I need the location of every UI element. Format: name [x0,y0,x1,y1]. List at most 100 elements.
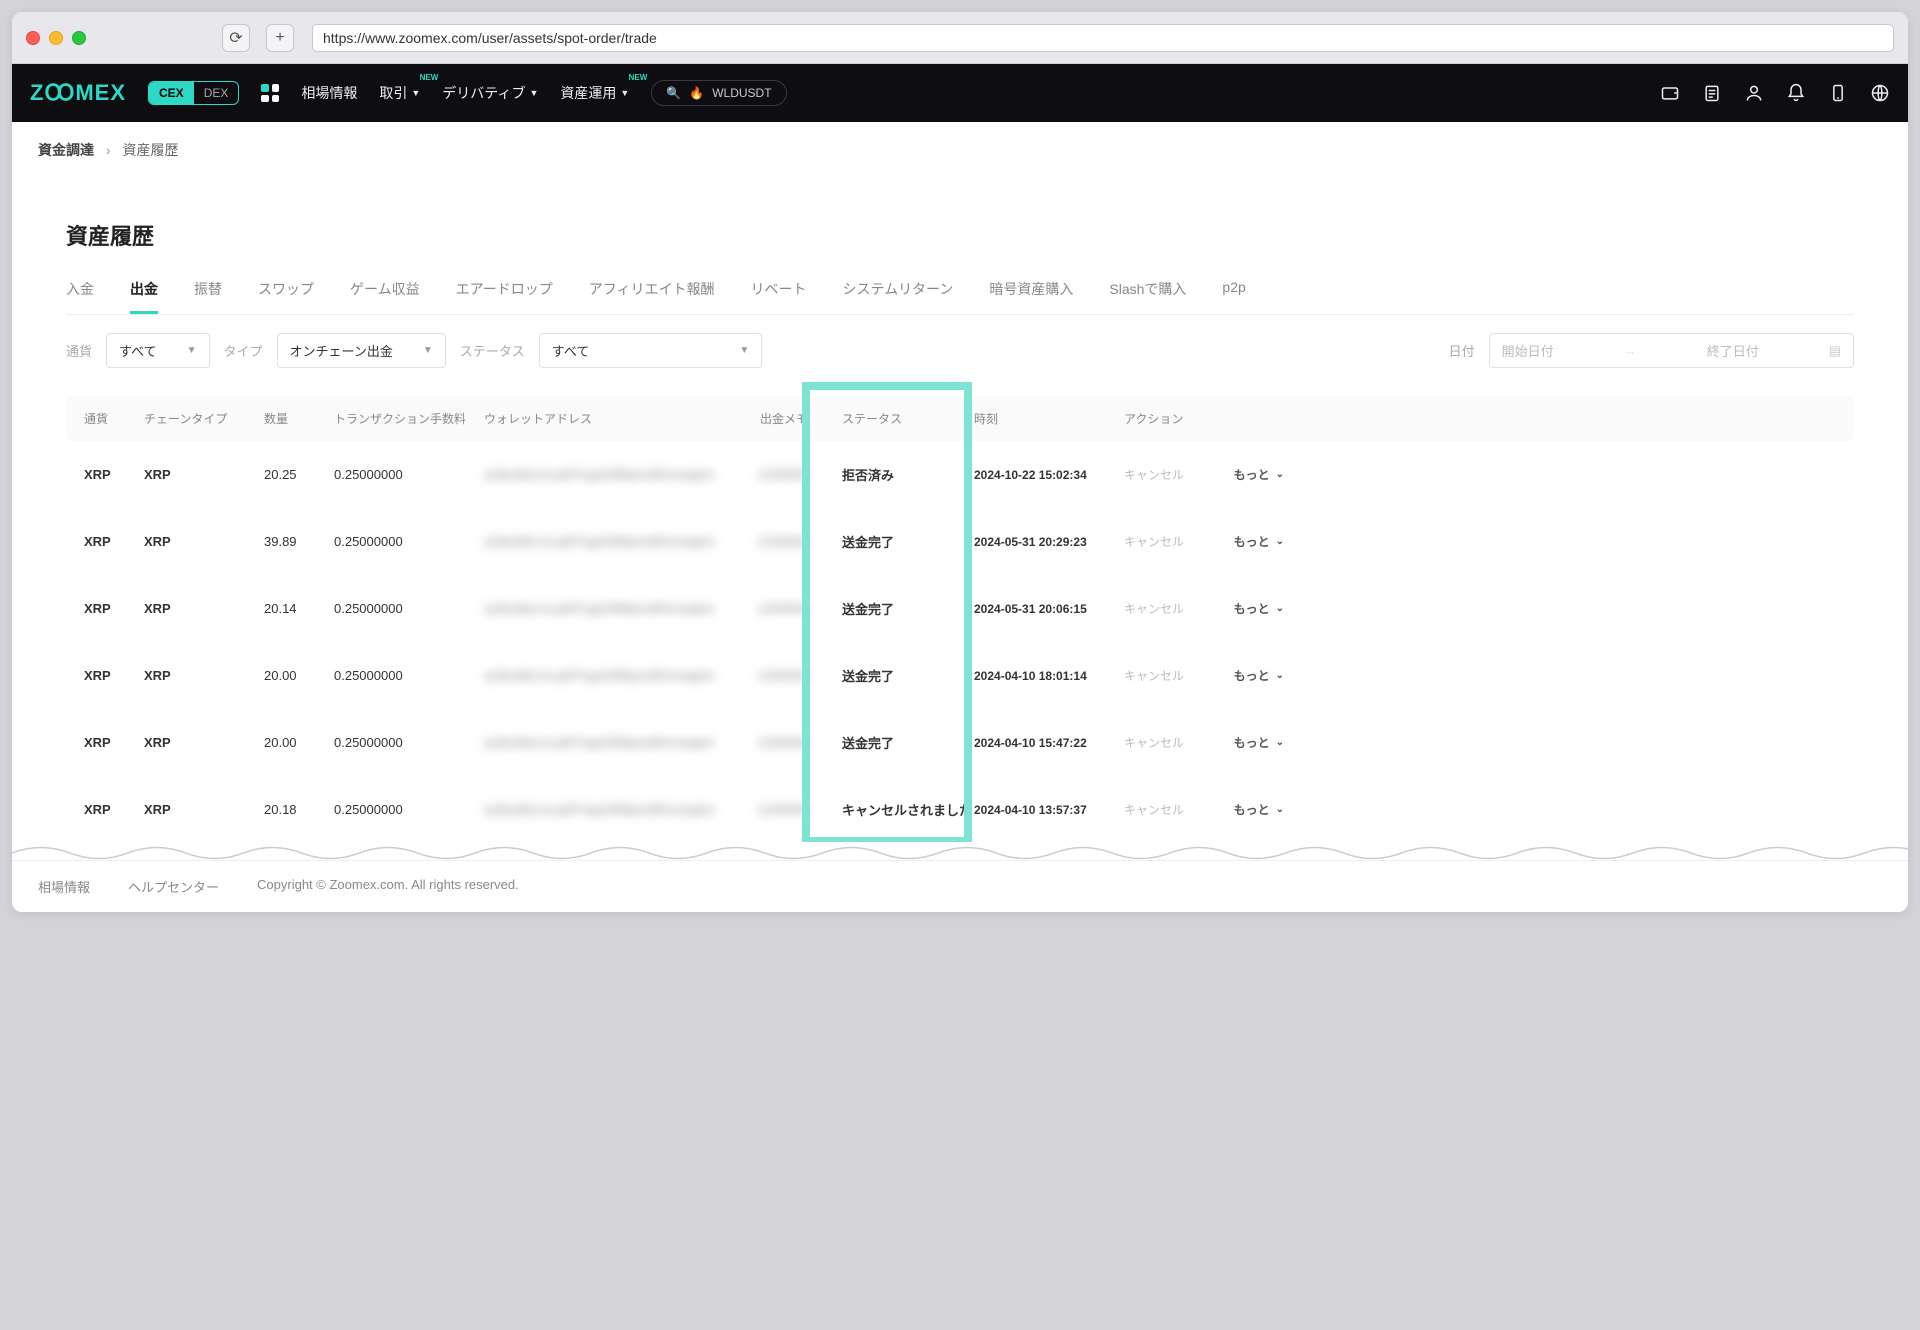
breadcrumb-current: 資産履歴 [122,142,178,158]
cancel-link[interactable]: キャンセル [1124,667,1204,684]
chevron-right-icon: › [106,142,111,158]
filter-type-select[interactable]: オンチェーン出金▼ [277,333,446,368]
history-tabs: 入金 出金 振替 スワップ ゲーム収益 エアードロップ アフィリエイト報酬 リベート システムリ… [66,279,1854,315]
close-window-icon[interactable] [26,31,40,45]
wallet-icon[interactable] [1660,83,1680,103]
cell-currency: XRP [84,601,144,616]
bell-icon[interactable] [1786,83,1806,103]
cancel-link[interactable]: キャンセル [1124,600,1204,617]
cell-addr: rp3kx8dLmLqMTngeDifMpmdRmnaqkm [484,735,744,750]
cell-status: 送金完了 [824,666,974,685]
cell-time: 2024-04-10 15:47:22 [974,736,1124,750]
nav-trade[interactable]: 取引▼NEW [379,83,420,103]
tab-9[interactable]: 暗号資産購入 [989,279,1073,314]
search-pill[interactable]: 🔍 🔥 WLDUSDT [651,80,786,106]
table-row: XRPXRP20.000.25000000rp3kx8dLmLqMTngeDif… [66,709,1854,776]
cell-fee: 0.25000000 [334,601,484,616]
tab-4[interactable]: ゲーム収益 [350,279,420,314]
tab-1[interactable]: 出金 [130,279,158,314]
cex-dex-toggle[interactable]: CEX DEX [148,81,239,105]
chevron-down-icon: ⌄ [1276,804,1284,815]
cell-status: キャンセルされました [824,800,974,819]
page-title: 資産履歴 [66,219,1854,251]
more-link[interactable]: もっと ⌄ [1204,533,1284,550]
tab-3[interactable]: スワップ [258,279,314,314]
minimize-window-icon[interactable] [49,31,63,45]
chevron-down-icon: ⌄ [1276,737,1284,748]
table-row: XRPXRP20.250.25000000rp3kx8dLmLqMTngeDif… [66,441,1854,508]
mobile-icon[interactable] [1828,83,1848,103]
reload-button[interactable]: ⟳ [222,24,250,52]
filter-status-select[interactable]: すべて▼ [539,333,762,368]
table-row: XRPXRP20.000.25000000rp3kx8dLmLqMTngeDif… [66,642,1854,709]
more-link[interactable]: もっと ⌄ [1204,600,1284,617]
cell-currency: XRP [84,668,144,683]
cex-option[interactable]: CEX [149,82,194,104]
tab-11[interactable]: p2p [1222,279,1245,314]
nav-market[interactable]: 相場情報 [301,83,357,103]
filter-status-label: ステータス [460,341,525,360]
new-tab-button[interactable]: + [266,24,294,52]
cell-memo: 1200000 [744,668,824,683]
logo[interactable]: ZꝎMEX [30,80,126,106]
more-link[interactable]: もっと ⌄ [1204,466,1284,483]
footer-link-help[interactable]: ヘルプセンター [128,877,219,896]
top-navigation: ZꝎMEX CEX DEX 相場情報 取引▼NEW デリバティブ▼ 資産運用▼N… [12,64,1908,122]
cell-fee: 0.25000000 [334,534,484,549]
tab-8[interactable]: システムリターン [843,279,954,314]
cell-status: 送金完了 [824,532,974,551]
col-qty: 数量 [264,410,334,427]
history-table: 通貨 チェーンタイプ 数量 トランザクション手数料 ウォレットアドレス 出金メモ… [66,396,1854,843]
cancel-link[interactable]: キャンセル [1124,801,1204,818]
cell-fee: 0.25000000 [334,467,484,482]
cell-status: 拒否済み [824,465,974,484]
maximize-window-icon[interactable] [72,31,86,45]
cell-currency: XRP [84,735,144,750]
cancel-link[interactable]: キャンセル [1124,533,1204,550]
cell-addr: rp3kx8dLmLqMTngeDifMpmdRmnaqkm [484,601,744,616]
cell-memo: 1200000 [744,735,824,750]
flame-icon: 🔥 [689,86,704,100]
cell-addr: rp3kx8dLmLqMTngeDifMpmdRmnaqkm [484,534,744,549]
date-range-picker[interactable]: 開始日付 → 終了日付 ▤ [1489,333,1854,368]
cell-time: 2024-10-22 15:02:34 [974,468,1124,482]
cell-qty: 20.00 [264,668,334,683]
cancel-link[interactable]: キャンセル [1124,466,1204,483]
cell-fee: 0.25000000 [334,735,484,750]
orders-icon[interactable] [1702,83,1722,103]
tab-5[interactable]: エアードロップ [456,279,553,314]
table-row: XRPXRP20.180.25000000rp3kx8dLmLqMTngeDif… [66,776,1854,843]
tab-2[interactable]: 振替 [194,279,222,314]
tab-7[interactable]: リベート [751,279,807,314]
more-link[interactable]: もっと ⌄ [1204,667,1284,684]
cell-qty: 20.18 [264,802,334,817]
tab-10[interactable]: Slashで購入 [1109,279,1186,314]
more-link[interactable]: もっと ⌄ [1204,801,1284,818]
filter-type-label: タイプ [224,341,263,360]
filter-currency-select[interactable]: すべて▼ [106,333,209,368]
col-fee: トランザクション手数料 [334,410,484,427]
nav-derivatives[interactable]: デリバティブ▼ [442,83,538,103]
breadcrumb-root[interactable]: 資金調達 [38,142,94,158]
table-header: 通貨 チェーンタイプ 数量 トランザクション手数料 ウォレットアドレス 出金メモ… [66,396,1854,441]
nav-assets[interactable]: 資産運用▼NEW [560,83,629,103]
globe-icon[interactable] [1870,83,1890,103]
chevron-down-icon: ▼ [187,345,197,356]
tab-0[interactable]: 入金 [66,279,94,314]
cell-fee: 0.25000000 [334,668,484,683]
filter-date-label: 日付 [1449,341,1475,360]
apps-icon[interactable] [261,84,279,102]
dex-option[interactable]: DEX [194,82,239,104]
cell-time: 2024-05-31 20:06:15 [974,602,1124,616]
more-link[interactable]: もっと ⌄ [1204,734,1284,751]
table-row: XRPXRP39.890.25000000rp3kx8dLmLqMTngeDif… [66,508,1854,575]
user-icon[interactable] [1744,83,1764,103]
chevron-down-icon: ⌄ [1276,603,1284,614]
url-bar[interactable]: https://www.zoomex.com/user/assets/spot-… [312,24,1894,52]
col-action: アクション [1124,410,1204,427]
window-controls [26,31,86,45]
tab-6[interactable]: アフィリエイト報酬 [589,279,715,314]
footer-link-market[interactable]: 相場情報 [38,877,90,896]
col-time: 時刻 [974,410,1124,427]
cancel-link[interactable]: キャンセル [1124,734,1204,751]
